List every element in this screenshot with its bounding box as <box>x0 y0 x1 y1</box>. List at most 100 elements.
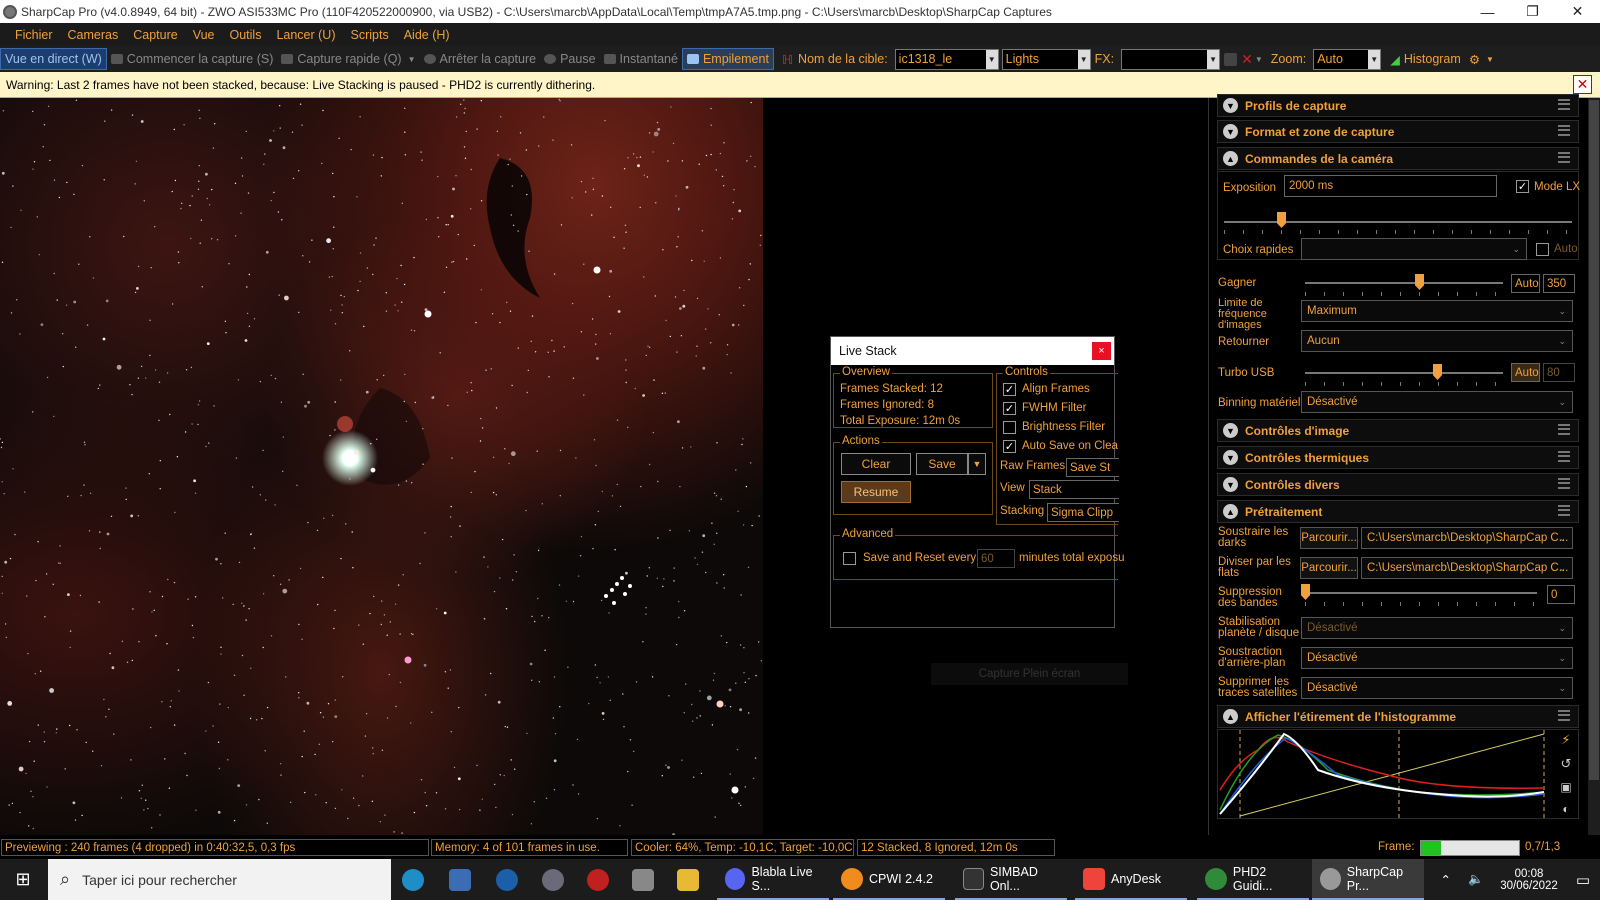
menu-icon[interactable] <box>1558 99 1570 110</box>
chevron-up-icon[interactable]: ⌃ <box>1440 872 1450 887</box>
clock[interactable]: 00:08 30/06/2022 <box>1494 859 1564 900</box>
chevron-down-icon[interactable]: ▼ <box>408 55 416 64</box>
browse-darks-button[interactable]: Parcourir... <box>1300 527 1358 549</box>
live-stack-titlebar[interactable]: Live Stack × <box>831 337 1114 365</box>
close-warning-button[interactable]: ✕ <box>1573 75 1592 94</box>
gain-value-input[interactable]: 350 <box>1543 274 1575 293</box>
target-name-combo[interactable]: ic1318_le ▼ <box>894 48 999 70</box>
start-capture-button[interactable]: Commencer la capture (S) <box>107 48 278 70</box>
menu-vue[interactable]: Vue <box>193 28 215 42</box>
close-dialog-button[interactable]: × <box>1092 342 1111 360</box>
chevron-down-icon[interactable]: ▼ <box>1223 124 1238 139</box>
turbo-auto-button[interactable]: Auto <box>1511 363 1540 382</box>
retourner-select[interactable]: Aucun ⌄ <box>1301 330 1573 352</box>
menu-icon[interactable] <box>1558 710 1570 721</box>
choix-rapides-select[interactable]: ⌄ <box>1301 238 1527 260</box>
scrollbar-thumb[interactable] <box>1589 100 1599 780</box>
chevron-down-icon[interactable]: ▼ <box>1486 55 1494 64</box>
zoom-combo[interactable]: Auto ▼ <box>1313 48 1382 70</box>
save-dropdown-button[interactable]: ▼ <box>968 453 986 475</box>
frame-type-combo[interactable]: Lights ▼ <box>1001 48 1091 70</box>
darks-path-select[interactable]: C:\Users\marcb\Desktop\SharpCap C... ⌄ <box>1361 527 1573 549</box>
gain-slider-thumb[interactable] <box>1415 274 1424 290</box>
app-taskbar-button[interactable] <box>447 859 479 900</box>
gain-slider[interactable] <box>1305 282 1503 284</box>
settings-button[interactable]: ⚙ ▼ <box>1465 48 1498 70</box>
section-controles-thermiques[interactable]: ▼ Contrôles thermiques <box>1217 446 1579 469</box>
taskbar-simbad[interactable]: SIMBAD Onl... <box>955 859 1067 900</box>
maximize-button[interactable]: ❐ <box>1510 0 1555 23</box>
taskbar-discord[interactable]: Blabla Live S... <box>717 859 829 900</box>
menu-icon[interactable] <box>1558 478 1570 489</box>
notifications-button[interactable]: ▭ <box>1566 859 1600 900</box>
taskbar-sharpcap[interactable]: SharpCap Pr... <box>1312 859 1424 900</box>
fwhm-filter-checkbox[interactable]: ✓ <box>1003 402 1016 415</box>
red-app-taskbar-button[interactable] <box>585 859 617 900</box>
menu-icon[interactable] <box>1558 505 1570 516</box>
taskbar-anydesk[interactable]: AnyDesk <box>1075 859 1187 900</box>
chevron-up-icon[interactable]: ▲ <box>1223 504 1238 519</box>
edge-taskbar-button[interactable] <box>400 859 432 900</box>
section-format[interactable]: ▼ Format et zone de capture <box>1217 120 1579 143</box>
chevron-down-icon[interactable]: ▼ <box>1368 49 1381 69</box>
histogram-button[interactable]: ◢ Histogram <box>1386 48 1465 70</box>
supprimer-select[interactable]: Désactivé ⌄ <box>1301 677 1573 699</box>
stabilisation-select[interactable]: Désactivé ⌄ <box>1301 617 1573 639</box>
reset-icon[interactable]: ↺ <box>1561 756 1572 772</box>
chevron-down-icon[interactable]: ▼ <box>1223 477 1238 492</box>
chevron-down-icon[interactable]: ▼ <box>1207 49 1220 69</box>
stop-capture-button[interactable]: Arrêter la capture <box>420 48 541 70</box>
flats-path-select[interactable]: C:\Users\marcb\Desktop\SharpCap C... ⌄ <box>1361 557 1573 579</box>
menu-fichier[interactable]: Fichier <box>15 28 53 42</box>
auto-save-checkbox[interactable]: ✓ <box>1003 440 1016 453</box>
menu-icon[interactable] <box>1558 125 1570 136</box>
volume-icon[interactable]: 🔈 <box>1468 872 1484 887</box>
choix-auto-checkbox[interactable] <box>1536 243 1549 256</box>
menu-cameras[interactable]: Cameras <box>68 28 119 42</box>
start-button[interactable]: ⊞ <box>0 859 46 900</box>
chevron-down-icon[interactable]: ▼ <box>985 49 998 69</box>
suppression-slider-thumb[interactable] <box>1301 584 1310 600</box>
menu-capture[interactable]: Capture <box>133 28 177 42</box>
section-pretraitement[interactable]: ▲ Prétraitement <box>1217 500 1579 523</box>
browse-flats-button[interactable]: Parcourir... <box>1300 557 1358 579</box>
system-tray[interactable]: ⌃ 🔈 <box>1432 859 1492 900</box>
stacking-select[interactable]: Sigma Clipp <box>1047 503 1119 522</box>
chevron-down-icon[interactable]: ▼ <box>1255 55 1263 64</box>
live-view-button[interactable]: Vue en direct (W) <box>0 48 107 70</box>
lightning-icon[interactable]: ⚡ <box>1561 732 1570 748</box>
menu-outils[interactable]: Outils <box>230 28 262 42</box>
resume-button[interactable]: Resume <box>841 481 911 503</box>
exposition-input[interactable]: 2000 ms <box>1284 175 1497 197</box>
chevron-up-icon[interactable]: ▲ <box>1223 709 1238 724</box>
pause-button[interactable]: Pause <box>540 48 599 70</box>
binning-select[interactable]: Désactivé ⌄ <box>1301 391 1573 413</box>
save-reset-checkbox[interactable] <box>843 552 856 565</box>
close-window-button[interactable]: ✕ <box>1555 0 1600 23</box>
soustraction-select[interactable]: Désactivé ⌄ <box>1301 647 1573 669</box>
menu-lancer[interactable]: Lancer (U) <box>276 28 335 42</box>
section-controles-image[interactable]: ▼ Contrôles d'image <box>1217 419 1579 442</box>
turbo-slider[interactable] <box>1305 372 1503 374</box>
capture-fullscreen-button[interactable]: Capture Plein écran <box>931 663 1128 685</box>
mode-lx-checkbox[interactable]: ✓ <box>1516 180 1529 193</box>
preview-image[interactable] <box>0 98 763 835</box>
astro-taskbar-button[interactable] <box>540 859 572 900</box>
menu-icon[interactable] <box>1558 152 1570 163</box>
quick-capture-button[interactable]: Capture rapide (Q) ▼ <box>277 48 419 70</box>
brightness-filter-checkbox[interactable] <box>1003 421 1016 434</box>
histogram-chart[interactable]: ⚡ ↺ ▣ ◐ <box>1217 729 1579 819</box>
explorer-taskbar-button[interactable] <box>675 859 707 900</box>
section-profils[interactable]: ▼ Profils de capture <box>1217 94 1579 117</box>
chevron-up-icon[interactable]: ▲ <box>1223 151 1238 166</box>
chevron-down-icon[interactable]: ▼ <box>1077 49 1090 69</box>
view-select[interactable]: Stack <box>1029 480 1119 499</box>
exposition-slider[interactable] <box>1224 221 1572 223</box>
overlay-button[interactable]: ✕ ▼ <box>1220 48 1267 70</box>
menu-scripts[interactable]: Scripts <box>351 28 389 42</box>
taskbar-cpwi[interactable]: CPWI 2.4.2 <box>833 859 945 900</box>
fx-combo[interactable]: ▼ <box>1121 48 1221 70</box>
turbo-value-input[interactable]: 80 <box>1543 363 1575 382</box>
section-controles-divers[interactable]: ▼ Contrôles divers <box>1217 473 1579 496</box>
contrast-icon[interactable]: ◐ <box>1562 802 1569 816</box>
